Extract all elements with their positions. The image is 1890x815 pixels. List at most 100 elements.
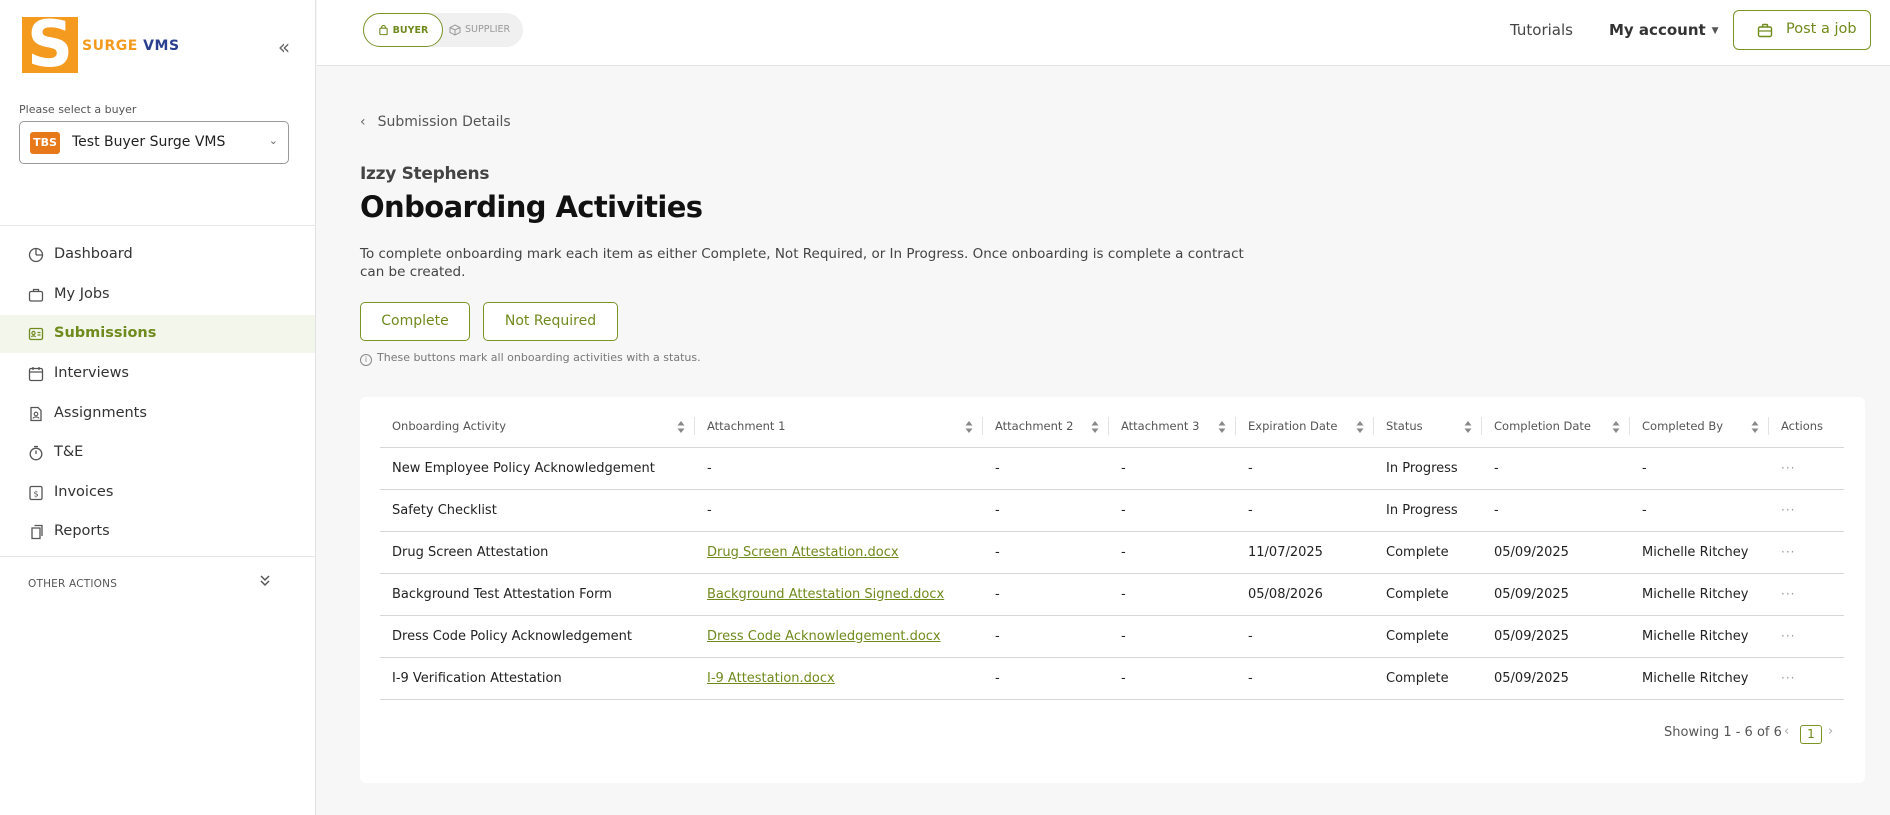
table-cell: - [983, 573, 1109, 616]
table-row: Dress Code Policy Acknowledgement Dress C… [380, 615, 1844, 658]
sort-icon[interactable] [965, 420, 973, 434]
table-cell: - [1109, 489, 1236, 532]
table-header-row: Onboarding Activity Attachment 1 Attachmen… [380, 405, 1844, 448]
table-cell: - [1630, 489, 1769, 532]
pagination-page-button[interactable]: 1 [1800, 725, 1822, 744]
sidebar-item-submissions[interactable]: Submissions [0, 315, 315, 353]
table-cell: Dress Code Policy Acknowledgement [380, 615, 695, 658]
column-header[interactable]: Status [1374, 405, 1482, 448]
table-cell: - [1109, 447, 1236, 490]
row-actions-menu[interactable]: ··· [1769, 657, 1844, 700]
sidebar-item-label: Interviews [54, 365, 129, 381]
pagination-next-icon[interactable]: › [1828, 724, 1833, 739]
bulk-action-hint: i These buttons mark all onboarding activ… [360, 351, 701, 366]
role-toggle: BUYER SUPPLIER [363, 13, 523, 47]
caret-down-icon: ▼ [1711, 25, 1719, 36]
sort-icon[interactable] [1612, 420, 1620, 434]
sort-icon[interactable] [1218, 420, 1226, 434]
buyer-toggle-button[interactable]: BUYER [363, 13, 443, 47]
sidebar-item-assignments[interactable]: Assignments [0, 395, 315, 433]
logo-wordmark: SURGE VMS [82, 38, 180, 54]
table-cell: 05/09/2025 [1482, 573, 1630, 616]
invoice-icon: $ [28, 485, 44, 501]
buyer-select-value: Test Buyer Surge VMS [72, 134, 226, 150]
table-cell: - [1630, 447, 1769, 490]
collapse-sidebar-icon[interactable]: « [274, 37, 294, 58]
table-cell: Complete [1374, 657, 1482, 700]
table-cell: Background Attestation Signed.docx [695, 573, 983, 616]
chevron-down-icon: ⌄ [268, 134, 278, 147]
buyer-avatar: TBS [30, 132, 60, 154]
back-to-submission-details[interactable]: ‹ Submission Details [360, 114, 511, 130]
double-chevron-down-icon[interactable] [259, 574, 271, 592]
sort-icon[interactable] [1091, 420, 1099, 434]
my-account-menu[interactable]: My account ▼ [1609, 21, 1719, 39]
buyer-select-label: Please select a buyer [19, 103, 137, 116]
column-header[interactable]: Attachment 3 [1109, 405, 1236, 448]
table-cell: Michelle Ritchey [1630, 657, 1769, 700]
table-cell: Michelle Ritchey [1630, 531, 1769, 574]
table-cell: - [983, 489, 1109, 532]
row-actions-menu[interactable]: ··· [1769, 615, 1844, 658]
column-header[interactable]: Completed By [1630, 405, 1769, 448]
pagination-prev-icon[interactable]: ‹ [1784, 724, 1789, 739]
column-header[interactable]: Onboarding Activity [380, 405, 695, 448]
sidebar-item-label: Assignments [54, 405, 147, 421]
mark-all-not-required-button[interactable]: Not Required [483, 302, 618, 341]
attachment-link[interactable]: Dress Code Acknowledgement.docx [707, 629, 941, 644]
table-cell: 11/07/2025 [1236, 531, 1374, 574]
info-icon: i [360, 354, 372, 366]
sort-icon[interactable] [1751, 420, 1759, 434]
surge-vms-logo[interactable]: S SURGE VMS [22, 17, 182, 75]
sidebar-item-label: My Jobs [54, 286, 110, 302]
sort-icon[interactable] [1356, 420, 1364, 434]
sidebar-item-reports[interactable]: Reports [0, 513, 315, 551]
sidebar-item-interviews[interactable]: Interviews [0, 355, 315, 393]
sidebar-item-t-e[interactable]: T&E [0, 434, 315, 472]
pagination-summary: Showing 1 - 6 of 6 [1664, 725, 1782, 740]
table-cell: Drug Screen Attestation.docx [695, 531, 983, 574]
buyer-select[interactable]: TBS Test Buyer Surge VMS ⌄ [19, 121, 289, 164]
row-actions-menu[interactable]: ··· [1769, 447, 1844, 490]
mark-all-complete-button[interactable]: Complete [360, 302, 470, 341]
sort-icon[interactable] [1464, 420, 1472, 434]
table-cell: I-9 Verification Attestation [380, 657, 695, 700]
row-actions-menu[interactable]: ··· [1769, 531, 1844, 574]
box-icon [449, 23, 461, 36]
table-cell: Background Test Attestation Form [380, 573, 695, 616]
post-job-button[interactable]: Post a job [1733, 10, 1871, 50]
sidebar-item-invoices[interactable]: $ Invoices [0, 474, 315, 512]
table-cell: 05/08/2026 [1236, 573, 1374, 616]
attachment-link[interactable]: Background Attestation Signed.docx [707, 587, 944, 602]
table-cell: Michelle Ritchey [1630, 573, 1769, 616]
table-cell: - [983, 531, 1109, 574]
sidebar-item-label: Reports [54, 523, 110, 539]
column-header[interactable]: Expiration Date [1236, 405, 1374, 448]
table-cell: - [1236, 615, 1374, 658]
supplier-toggle-button[interactable]: SUPPLIER [449, 13, 521, 47]
bag-icon [378, 24, 388, 36]
sort-icon[interactable] [677, 420, 685, 434]
column-header[interactable]: Attachment 1 [695, 405, 983, 448]
column-header[interactable]: Completion Date [1482, 405, 1630, 448]
table-cell: - [695, 447, 983, 490]
table-cell: Safety Checklist [380, 489, 695, 532]
sidebar-item-label: Dashboard [54, 246, 133, 262]
attachment-link[interactable]: Drug Screen Attestation.docx [707, 545, 899, 560]
chevron-left-icon: ‹ [360, 114, 366, 130]
attachment-link[interactable]: I-9 Attestation.docx [707, 671, 835, 686]
table-cell: - [1236, 447, 1374, 490]
row-actions-menu[interactable]: ··· [1769, 573, 1844, 616]
column-header[interactable]: Attachment 2 [983, 405, 1109, 448]
table-cell: In Progress [1374, 489, 1482, 532]
table-cell: Michelle Ritchey [1630, 615, 1769, 658]
tutorials-link[interactable]: Tutorials [1510, 21, 1573, 39]
dashboard-icon [28, 247, 44, 263]
table-body: New Employee Policy Acknowledgement - - - - I… [380, 447, 1844, 700]
page-title: Onboarding Activities [360, 190, 703, 224]
sidebar-item-label: T&E [54, 444, 84, 460]
row-actions-menu[interactable]: ··· [1769, 489, 1844, 532]
sidebar-item-my-jobs[interactable]: My Jobs [0, 276, 315, 314]
table-cell: - [1482, 489, 1630, 532]
sidebar-item-dashboard[interactable]: Dashboard [0, 236, 315, 274]
